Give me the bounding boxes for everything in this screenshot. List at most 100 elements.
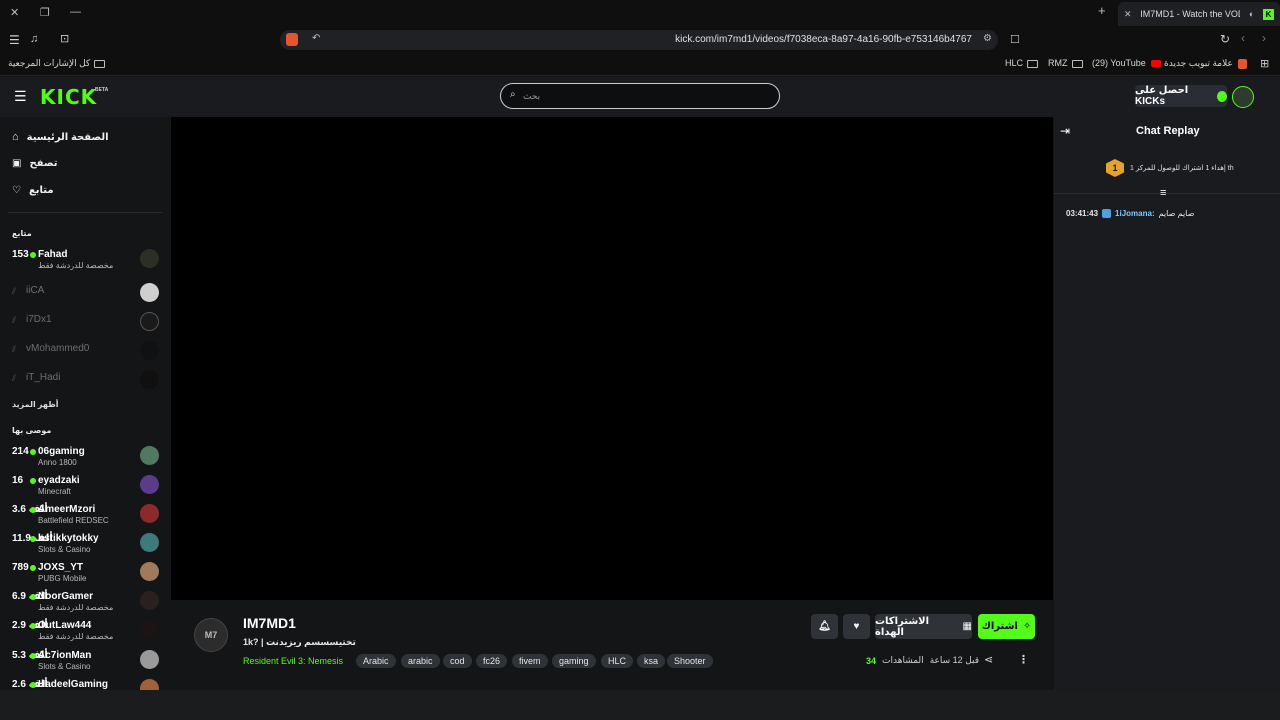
gift-subs-label: الاشتراكات الهداة <box>875 615 930 638</box>
avatar <box>140 283 159 302</box>
tag-chip[interactable]: cod <box>443 654 472 668</box>
pinned-text: إهداء 1 اشتراك للوصول للمركز 1 th <box>1130 165 1234 172</box>
channel-category: Slots & Casino <box>38 545 91 554</box>
video-player[interactable] <box>171 117 1053 600</box>
avatar <box>140 475 159 494</box>
kick-logo[interactable]: KICK <box>40 85 97 109</box>
restore-window-icon[interactable]: ❐ <box>40 6 50 19</box>
channel-category: Anno 1800 <box>38 458 77 467</box>
chat-panel <box>1054 117 1280 690</box>
more-options-icon[interactable]: ⋮ <box>1018 653 1029 666</box>
bookmark-all[interactable]: كل الإشارات المرجعية <box>8 58 106 69</box>
brave-icon <box>1238 58 1248 69</box>
new-tab-button[interactable]: + <box>1098 3 1106 18</box>
tag-chip[interactable]: arabic <box>401 654 440 668</box>
following-item-it-hadi[interactable]: ⫽ iT_Hadi <box>0 368 170 396</box>
tag-chip[interactable]: HLC <box>601 654 634 668</box>
nav-following[interactable]: ♡ متابع <box>12 185 54 196</box>
gift-icon: ▦ <box>962 621 972 632</box>
subscribe-button[interactable]: اشتراك ✧ <box>978 614 1035 639</box>
recommended-item[interactable]: 16 eyadzaki Minecraft <box>0 473 170 501</box>
nav-home[interactable]: ⌂ الصفحة الرئيسية <box>12 131 109 143</box>
recommended-item[interactable]: 789 JOXS_YT PUBG Mobile <box>0 560 170 588</box>
browser-tab[interactable]: ✕ IM7MD1 - Watch the VOD on ◐ K <box>1118 2 1280 26</box>
recommended-item[interactable]: 5.3 ألف Ac7ionMan Slots & Casino <box>0 648 170 676</box>
stream-title: 1k? | تختيسسسم ريزيدنت <box>243 637 356 647</box>
nav-browse[interactable]: ▣ تصفح <box>12 158 57 169</box>
recommended-item[interactable]: 2.9 ألف OutLaw444 مخصصة للدردشة فقط <box>0 618 170 646</box>
tab-title: IM7MD1 - Watch the VOD on <box>1140 9 1240 19</box>
forward-icon[interactable]: › <box>1262 31 1266 45</box>
time-ago: قبل 12 ساعة <box>929 655 980 665</box>
notification-bell-button[interactable]: 🔔︎ <box>811 614 838 639</box>
recommended-item[interactable]: 3.6 ألف AmeerMzori Battlefield REDSEC <box>0 502 170 530</box>
channel-name: hstikkytokky <box>38 533 99 544</box>
tag-chip[interactable]: gaming <box>552 654 596 668</box>
tag-chip[interactable]: Arabic <box>356 654 396 668</box>
bookmark-rmz[interactable]: RMZ <box>1048 58 1083 68</box>
apps-grid-icon[interactable]: ⊞ <box>1260 57 1269 70</box>
recommended-item[interactable]: 2.6 ألف HadeelGaming <box>0 677 170 690</box>
get-kicks-button[interactable]: احصل على KICKs <box>1135 85 1227 107</box>
recommended-item[interactable]: 6.9 ألف NoorGamer مخصصة للدردشة فقط <box>0 589 170 617</box>
channel-name: NoorGamer <box>38 591 94 602</box>
collapse-chat-icon[interactable]: ⇥ <box>1060 124 1070 138</box>
site-settings-icon[interactable]: ⚙ <box>983 33 992 44</box>
message-username[interactable]: 1iJomana: <box>1115 209 1155 218</box>
live-indicator <box>30 623 36 629</box>
tag-chip[interactable]: ksa <box>637 654 666 668</box>
live-indicator <box>30 507 36 513</box>
get-kicks-label: احصل على KICKs <box>1135 85 1189 107</box>
offline-icon: ⫽ <box>12 344 17 354</box>
avatar <box>140 533 159 552</box>
following-item-iica[interactable]: ⫽ iiCA <box>0 281 170 309</box>
following-item-i7dx1[interactable]: ⫽ i7Dx1 <box>0 310 170 338</box>
chat-title: Chat Replay <box>1136 125 1200 137</box>
url-field[interactable]: ↶ kick.com/im7md1/videos/f7038eca-8a97-4… <box>280 30 998 50</box>
following-item-fahad[interactable]: 153 Fahad مخصصة للدردشة فقط <box>0 247 170 275</box>
streamer-avatar[interactable]: M7 <box>194 618 228 652</box>
browse-icon: ▣ <box>12 158 22 169</box>
channel-category: Slots & Casino <box>38 662 91 671</box>
bookmark-icon[interactable]: ☐ <box>1010 33 1020 46</box>
close-window-icon[interactable]: ✕ <box>10 6 19 19</box>
minimize-window-icon[interactable]: — <box>70 6 81 18</box>
channel-category: مخصصة للدردشة فقط <box>38 603 114 612</box>
user-avatar[interactable] <box>1232 86 1254 108</box>
bookmark-youtube[interactable]: (29) YouTube <box>1092 58 1162 68</box>
avatar <box>140 341 159 360</box>
channel-name: iiCA <box>26 285 45 296</box>
brave-shield-icon[interactable] <box>286 33 298 46</box>
menu-icon[interactable]: ☰ <box>9 33 20 47</box>
sidebar-divider <box>8 212 162 213</box>
follow-button[interactable]: ♥ <box>843 614 870 639</box>
bookmark-hlc[interactable]: HLC <box>1005 58 1039 68</box>
nav-following-label: متابع <box>28 185 54 196</box>
following-item-vmohammed0[interactable]: ⫽ vMohammed0 <box>0 339 170 367</box>
streamer-name[interactable]: IM7MD1 <box>243 615 296 631</box>
show-more-link[interactable]: أظهر المزيد <box>12 400 58 409</box>
tag-chip[interactable]: fivem <box>512 654 548 668</box>
gift-subs-button[interactable]: الاشتراكات الهداة ▦ <box>875 614 972 639</box>
undo-icon[interactable]: ↶ <box>312 33 320 44</box>
tag-chip[interactable]: fc26 <box>476 654 508 668</box>
tab-close-icon[interactable]: ✕ <box>1124 9 1132 20</box>
bookmark-new-tab[interactable]: علامة تبويب جديدة <box>1164 58 1248 69</box>
avatar <box>140 249 159 268</box>
reload-icon[interactable]: ↻ <box>1220 32 1230 46</box>
expand-pinned-icon[interactable]: ≡ <box>1160 187 1166 199</box>
recommended-item[interactable]: 214 06gaming Anno 1800 <box>0 444 170 472</box>
bell-icon: 🔔︎ <box>818 621 831 632</box>
channel-name: 06gaming <box>38 446 85 457</box>
music-icon[interactable]: ♫ <box>30 33 38 45</box>
back-icon[interactable]: ‹ <box>1241 31 1245 45</box>
tab-mute-icon[interactable]: ◐ <box>1249 9 1254 19</box>
hamburger-menu-icon[interactable]: ☰ <box>14 88 27 105</box>
share-icon[interactable]: ⋖ <box>984 653 993 666</box>
recommended-item[interactable]: 11.9 ألف hstikkytokky Slots & Casino <box>0 531 170 559</box>
search-input[interactable]: ⌕ بحث <box>500 83 780 109</box>
stream-category-link[interactable]: Resident Evil 3: Nemesis <box>243 656 343 666</box>
tag-chip[interactable]: Shooter <box>667 654 713 668</box>
screenshot-icon[interactable]: ⊡ <box>60 32 69 45</box>
channel-name: i7Dx1 <box>26 314 52 325</box>
